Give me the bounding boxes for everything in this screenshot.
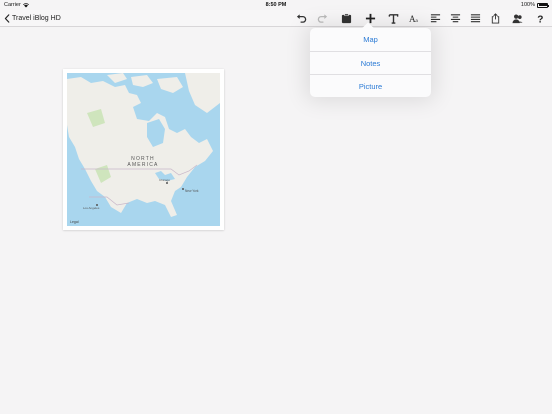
battery-icon [537,2,549,8]
city-label-chicago: Chicago [159,178,170,182]
users-icon [511,14,523,24]
font-size-button[interactable]: Aa [407,12,421,25]
menu-item-picture[interactable]: Picture [310,74,431,97]
menu-item-notes[interactable]: Notes [310,51,431,74]
align-center-icon [450,14,460,23]
help-icon: ? [537,15,543,24]
map-card[interactable]: NORTH AMERICA New York Chicago Los Angel… [63,69,224,230]
toolbar: Aa ? [0,12,552,25]
redo-icon [317,14,327,23]
align-center-button[interactable] [448,12,462,25]
align-justify-icon [470,14,480,23]
status-bar: Carrier 8:50 PM 100% [0,0,552,10]
users-button[interactable] [510,12,524,25]
insert-menu: Map Notes Picture [310,28,431,97]
navigation-bar: Travel iBlog HD Aa ? [0,10,552,27]
clock: 8:50 PM [265,2,287,8]
share-icon [491,13,499,24]
share-button[interactable] [488,12,502,25]
city-label-new-york: New York [185,189,199,193]
svg-text:?: ? [537,15,543,24]
north-america-map[interactable]: NORTH AMERICA New York Chicago Los Angel… [67,73,220,226]
align-left-icon [430,14,440,23]
city-dot [166,182,168,184]
map-legal-link[interactable]: Legal [70,220,79,224]
text-format-icon [388,14,398,24]
menu-item-map[interactable]: Map [310,28,431,51]
align-justify-button[interactable] [468,12,482,25]
undo-button[interactable] [294,12,308,25]
city-label-los-angeles: Los Angeles [83,206,100,210]
align-left-button[interactable] [428,12,442,25]
clipboard-icon [341,13,351,24]
redo-button[interactable] [315,12,329,25]
battery-status: 100% [520,2,549,8]
help-button[interactable]: ? [533,12,547,25]
battery-percent: 100% [520,2,535,8]
svg-text:a: a [415,18,418,24]
undo-icon [296,14,306,23]
city-dot [182,188,184,190]
add-button[interactable] [363,12,377,25]
clipboard-button[interactable] [339,12,353,25]
text-format-button[interactable] [386,12,400,25]
region-label-line2: AMERICA [127,162,158,168]
font-size-icon: Aa [409,14,418,24]
